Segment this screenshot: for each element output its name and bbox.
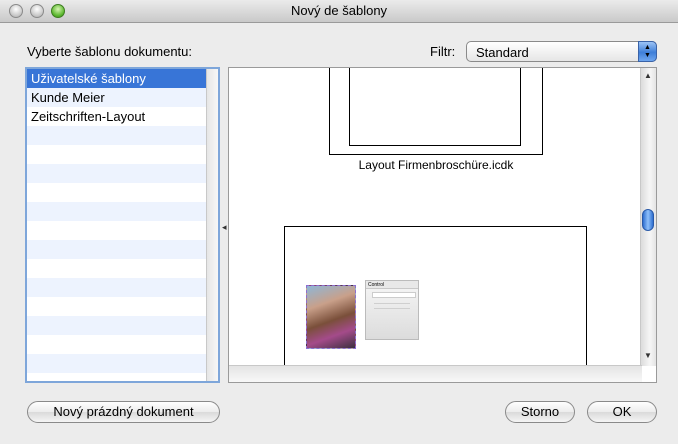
template-list-scrollbar[interactable]: [206, 69, 218, 381]
preview-mini-line: [374, 303, 410, 304]
template-item-kunde-meier[interactable]: Kunde Meier: [27, 88, 207, 107]
preview-page-inner-frame: [349, 68, 521, 146]
template-item-label: Zeitschriften-Layout: [31, 109, 146, 124]
preview-page-thumbnail[interactable]: Control: [284, 226, 587, 376]
preview-mini-field: [372, 292, 416, 298]
preview-mini-line: [374, 308, 410, 309]
filter-selected-value: Standard: [476, 45, 529, 60]
template-item-label: Kunde Meier: [31, 90, 105, 105]
new-blank-document-button[interactable]: Nový prázdný dokument: [27, 401, 220, 423]
template-list[interactable]: Uživatelské šablony Kunde Meier Zeitschr…: [25, 67, 220, 383]
preview-scroll-thumb[interactable]: [642, 209, 654, 231]
template-item-zeitschriften-layout[interactable]: Zeitschriften-Layout: [27, 107, 207, 126]
title-bar[interactable]: Nový de šablony: [0, 0, 678, 23]
template-list-rows: Uživatelské šablony Kunde Meier Zeitschr…: [27, 69, 207, 381]
splitter-handle-icon[interactable]: ◂: [222, 222, 227, 233]
select-arrows-icon: ▲ ▼: [638, 41, 657, 62]
window-title: Nový de šablony: [290, 3, 388, 18]
preview-page-caption: Layout Firmenbroschüre.icdk: [358, 158, 514, 172]
template-item-user-templates[interactable]: Uživatelské šablony: [27, 69, 207, 88]
preview-horizontal-scrollbar[interactable]: [229, 365, 642, 382]
scroll-down-icon[interactable]: ▼: [644, 351, 652, 360]
preview-vertical-scrollbar[interactable]: ▲ ▼: [640, 68, 656, 366]
cancel-button[interactable]: Storno: [505, 401, 575, 423]
preview-photo-image: [306, 285, 356, 349]
dialog-window: Nový de šablony Vyberte šablonu dokument…: [0, 0, 678, 444]
ok-button[interactable]: OK: [587, 401, 657, 423]
preview-mini-window-title: Control: [366, 281, 418, 289]
template-item-label: Uživatelské šablony: [31, 71, 146, 86]
template-preview-pane[interactable]: Layout Firmenbroschüre.icdk Control ▲ ▼: [228, 67, 657, 383]
filter-select[interactable]: Standard ▲ ▼: [466, 41, 657, 62]
template-prompt-label: Vyberte šablonu dokumentu:: [27, 44, 193, 59]
scroll-up-icon[interactable]: ▲: [644, 71, 652, 80]
preview-mini-window: Control: [365, 280, 419, 340]
filter-label: Filtr:: [430, 44, 456, 59]
